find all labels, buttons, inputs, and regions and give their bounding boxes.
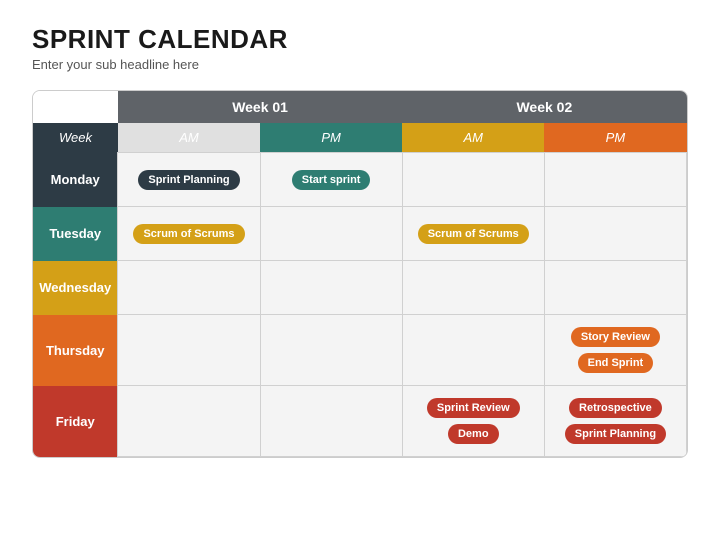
cell-monday-w1_pm: Start sprint — [260, 153, 402, 207]
event-badge: Scrum of Scrums — [418, 224, 529, 244]
cell-friday-w2_pm: Retrospective Sprint Planning — [544, 386, 686, 457]
event-badge: Retrospective — [569, 398, 662, 418]
day-label-monday: Monday — [33, 153, 118, 207]
day-label-wednesday: Wednesday — [33, 261, 118, 315]
cell-friday-w1_am — [118, 386, 260, 457]
week-header-row: Week 01 Week 02 — [33, 91, 687, 123]
event-badge: Scrum of Scrums — [133, 224, 244, 244]
table-row: Thursday Story Review End Sprint — [33, 315, 687, 386]
cell-wednesday-w2_pm — [544, 261, 686, 315]
day-label-thursday: Thursday — [33, 315, 118, 386]
w2-pm-header: PM — [544, 123, 686, 153]
calendar: Week 01 Week 02 Week AM PM AM PM Monday S… — [32, 90, 688, 458]
cell-wednesday-w1_pm — [260, 261, 402, 315]
cell-thursday-w2_pm: Story Review End Sprint — [544, 315, 686, 386]
cell-friday-w2_am: Sprint Review Demo — [402, 386, 544, 457]
cell-tuesday-w2_pm — [544, 207, 686, 261]
ampm-header-row: Week AM PM AM PM — [33, 123, 687, 153]
cell-thursday-w1_pm — [260, 315, 402, 386]
event-badge: Start sprint — [292, 170, 371, 190]
w1-pm-header: PM — [260, 123, 402, 153]
event-badge: Sprint Review — [427, 398, 520, 418]
page-title: SPRINT CALENDAR — [32, 24, 688, 55]
event-badge: Sprint Planning — [138, 170, 239, 190]
cell-wednesday-w2_am — [402, 261, 544, 315]
cell-tuesday-w2_am: Scrum of Scrums — [402, 207, 544, 261]
day-label-tuesday: Tuesday — [33, 207, 118, 261]
event-badge: Sprint Planning — [565, 424, 666, 444]
w1-am-header: AM — [118, 123, 260, 153]
w2-am-header: AM — [402, 123, 544, 153]
page-subtitle: Enter your sub headline here — [32, 57, 688, 72]
day-label-friday: Friday — [33, 386, 118, 457]
table-row: Monday Sprint Planning Start sprint — [33, 153, 687, 207]
week-column-label: Week — [33, 123, 118, 153]
cell-tuesday-w1_am: Scrum of Scrums — [118, 207, 260, 261]
cell-tuesday-w1_pm — [260, 207, 402, 261]
event-badge: End Sprint — [578, 353, 654, 373]
cell-monday-w1_am: Sprint Planning — [118, 153, 260, 207]
table-row: Friday Sprint Review Demo Retrospective Spri… — [33, 386, 687, 457]
cell-monday-w2_am — [402, 153, 544, 207]
cell-thursday-w1_am — [118, 315, 260, 386]
week1-header: Week 01 — [118, 91, 402, 123]
table-row: Tuesday Scrum of Scrums Scrum of Scrums — [33, 207, 687, 261]
event-badge: Story Review — [571, 327, 660, 347]
event-badge: Demo — [448, 424, 499, 444]
cell-friday-w1_pm — [260, 386, 402, 457]
cell-wednesday-w1_am — [118, 261, 260, 315]
cell-thursday-w2_am — [402, 315, 544, 386]
week2-header: Week 02 — [402, 91, 686, 123]
cell-monday-w2_pm — [544, 153, 686, 207]
table-row: Wednesday — [33, 261, 687, 315]
